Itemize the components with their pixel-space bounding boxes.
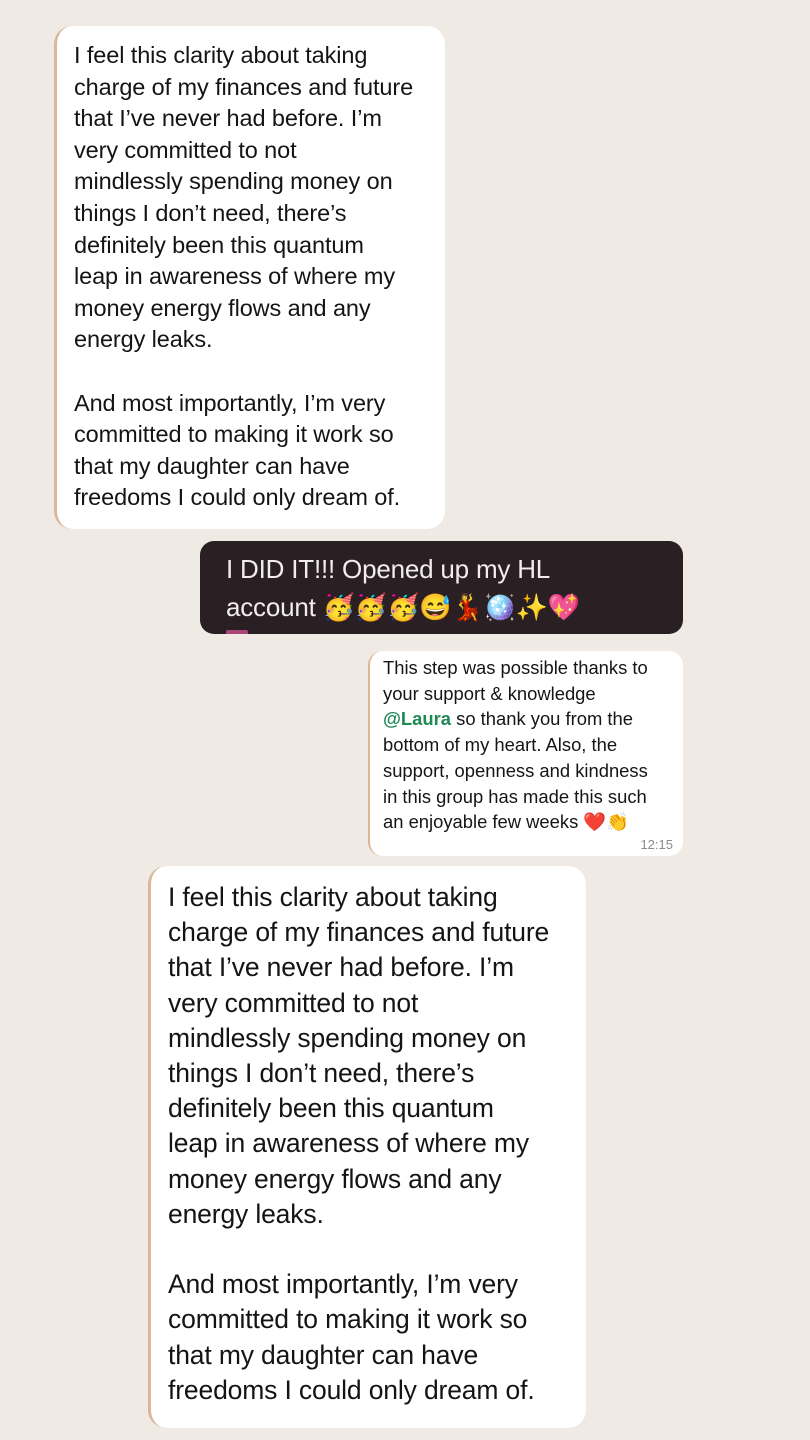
reaction-sliver: [226, 630, 248, 634]
mention-link[interactable]: @Laura: [383, 708, 451, 729]
message-text: I feel this clarity about taking charge …: [168, 882, 550, 1405]
message-bubble-3[interactable]: This step was possible thanks to your su…: [368, 651, 683, 856]
message-bubble-1[interactable]: I feel this clarity about taking charge …: [54, 26, 445, 529]
message-bubble-2[interactable]: I DID IT!!! Opened up my HL account 🥳🥳🥳😅…: [200, 541, 683, 634]
message-text: I feel this clarity about taking charge …: [74, 42, 414, 511]
message-text: This step was possible thanks to your su…: [383, 655, 675, 835]
message-timestamp: 12:15: [640, 837, 673, 852]
message-text-part: This step was possible thanks to your su…: [383, 657, 648, 704]
message-text: I DID IT!!! Opened up my HL account 🥳🥳🥳😅…: [226, 554, 581, 622]
message-bubble-4[interactable]: I feel this clarity about taking charge …: [148, 866, 586, 1428]
